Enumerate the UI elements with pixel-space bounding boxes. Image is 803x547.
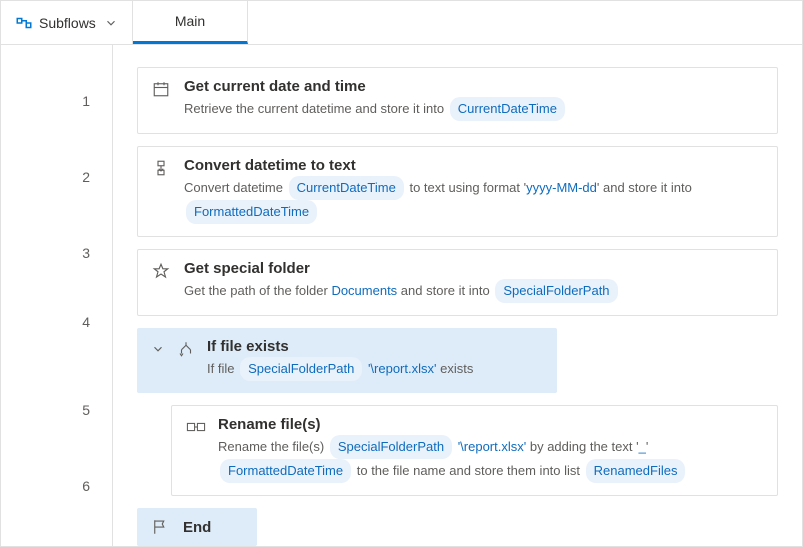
action-description: Get the path of the folder Documents and… <box>184 279 763 303</box>
subflows-label: Subflows <box>39 15 96 31</box>
action-body: Convert datetime to text Convert datetim… <box>184 157 763 224</box>
variable-token[interactable]: FormattedDateTime <box>186 200 317 224</box>
action-title: Get special folder <box>184 260 763 277</box>
action-body: Get special folder Get the path of the f… <box>184 260 763 303</box>
subflow-icon <box>15 14 33 32</box>
line-number: 2 <box>1 135 112 219</box>
path-literal: '\report.xlsx' <box>368 361 437 376</box>
rename-icon <box>186 418 204 436</box>
convert-icon <box>152 159 170 177</box>
action-title: Convert datetime to text <box>184 157 763 174</box>
variable-token[interactable]: SpecialFolderPath <box>495 279 617 303</box>
flow-canvas[interactable]: Get current date and time Retrieve the c… <box>113 45 802 546</box>
tab-main[interactable]: Main <box>133 1 248 44</box>
desc-text: Convert datetime <box>184 180 287 195</box>
desc-text: If file <box>207 361 238 376</box>
desc-text: Get the path of the folder <box>184 283 331 298</box>
line-number-gutter: 1 2 3 4 5 6 <box>1 45 113 546</box>
line-number: 6 <box>1 463 112 509</box>
action-end[interactable]: End <box>137 508 257 546</box>
variable-token[interactable]: SpecialFolderPath <box>330 435 452 459</box>
desc-text: exists <box>436 361 473 376</box>
desc-text: to text using format ' <box>409 180 526 195</box>
action-title: If file exists <box>207 338 543 355</box>
action-description: Convert datetime CurrentDateTime to text… <box>184 176 763 224</box>
line-number: 5 <box>1 357 112 463</box>
calendar-icon <box>152 80 170 98</box>
format-literal: yyyy-MM-dd <box>526 180 597 195</box>
variable-token[interactable]: CurrentDateTime <box>450 97 565 121</box>
desc-text: ' and store it into <box>597 180 692 195</box>
desc-text: by adding the text ' <box>526 439 638 454</box>
variable-token[interactable]: RenamedFiles <box>586 459 686 483</box>
subflows-dropdown[interactable]: Subflows <box>1 1 133 44</box>
action-title: Get current date and time <box>184 78 763 95</box>
action-get-datetime[interactable]: Get current date and time Retrieve the c… <box>137 67 778 134</box>
path-literal: '\report.xlsx' <box>458 439 527 454</box>
flag-icon <box>151 518 169 536</box>
chevron-down-icon[interactable] <box>151 342 165 356</box>
action-body: Get current date and time Retrieve the c… <box>184 78 763 121</box>
action-rename-files[interactable]: Rename file(s) Rename the file(s) Specia… <box>171 405 778 496</box>
chevron-down-icon <box>104 16 118 30</box>
action-description: If file SpecialFolderPath '\report.xlsx'… <box>207 357 543 381</box>
variable-token[interactable]: FormattedDateTime <box>220 459 351 483</box>
action-description: Rename the file(s) SpecialFolderPath '\r… <box>218 435 763 483</box>
flow-designer: Subflows Main 1 2 3 4 5 6 Get current da… <box>0 0 803 547</box>
action-body: Rename file(s) Rename the file(s) Specia… <box>218 416 763 483</box>
variable-token[interactable]: SpecialFolderPath <box>240 357 362 381</box>
desc-text: to the file name and store them into lis… <box>357 463 584 478</box>
desc-text: Retrieve the current datetime and store … <box>184 101 448 116</box>
action-description: Retrieve the current datetime and store … <box>184 97 763 121</box>
line-number: 4 <box>1 287 112 357</box>
desc-text: and store it into <box>397 283 493 298</box>
action-get-special-folder[interactable]: Get special folder Get the path of the f… <box>137 249 778 316</box>
variable-token[interactable]: CurrentDateTime <box>289 176 404 200</box>
action-body: If file exists If file SpecialFolderPath… <box>207 338 543 381</box>
action-convert-datetime-text[interactable]: Convert datetime to text Convert datetim… <box>137 146 778 237</box>
folder-link: Documents <box>331 283 397 298</box>
desc-text: Rename the file(s) <box>218 439 328 454</box>
action-title: Rename file(s) <box>218 416 763 433</box>
end-label: End <box>183 519 211 536</box>
tab-main-label: Main <box>175 13 205 29</box>
text-literal: _ <box>639 439 646 454</box>
branch-icon <box>177 340 195 358</box>
action-if-file-exists[interactable]: If file exists If file SpecialFolderPath… <box>137 328 557 393</box>
line-number: 3 <box>1 219 112 287</box>
desc-text: ' <box>646 439 648 454</box>
top-bar: Subflows Main <box>1 1 802 45</box>
editor-body: 1 2 3 4 5 6 Get current date and time Re… <box>1 45 802 546</box>
line-number: 1 <box>1 67 112 135</box>
star-icon <box>152 262 170 280</box>
